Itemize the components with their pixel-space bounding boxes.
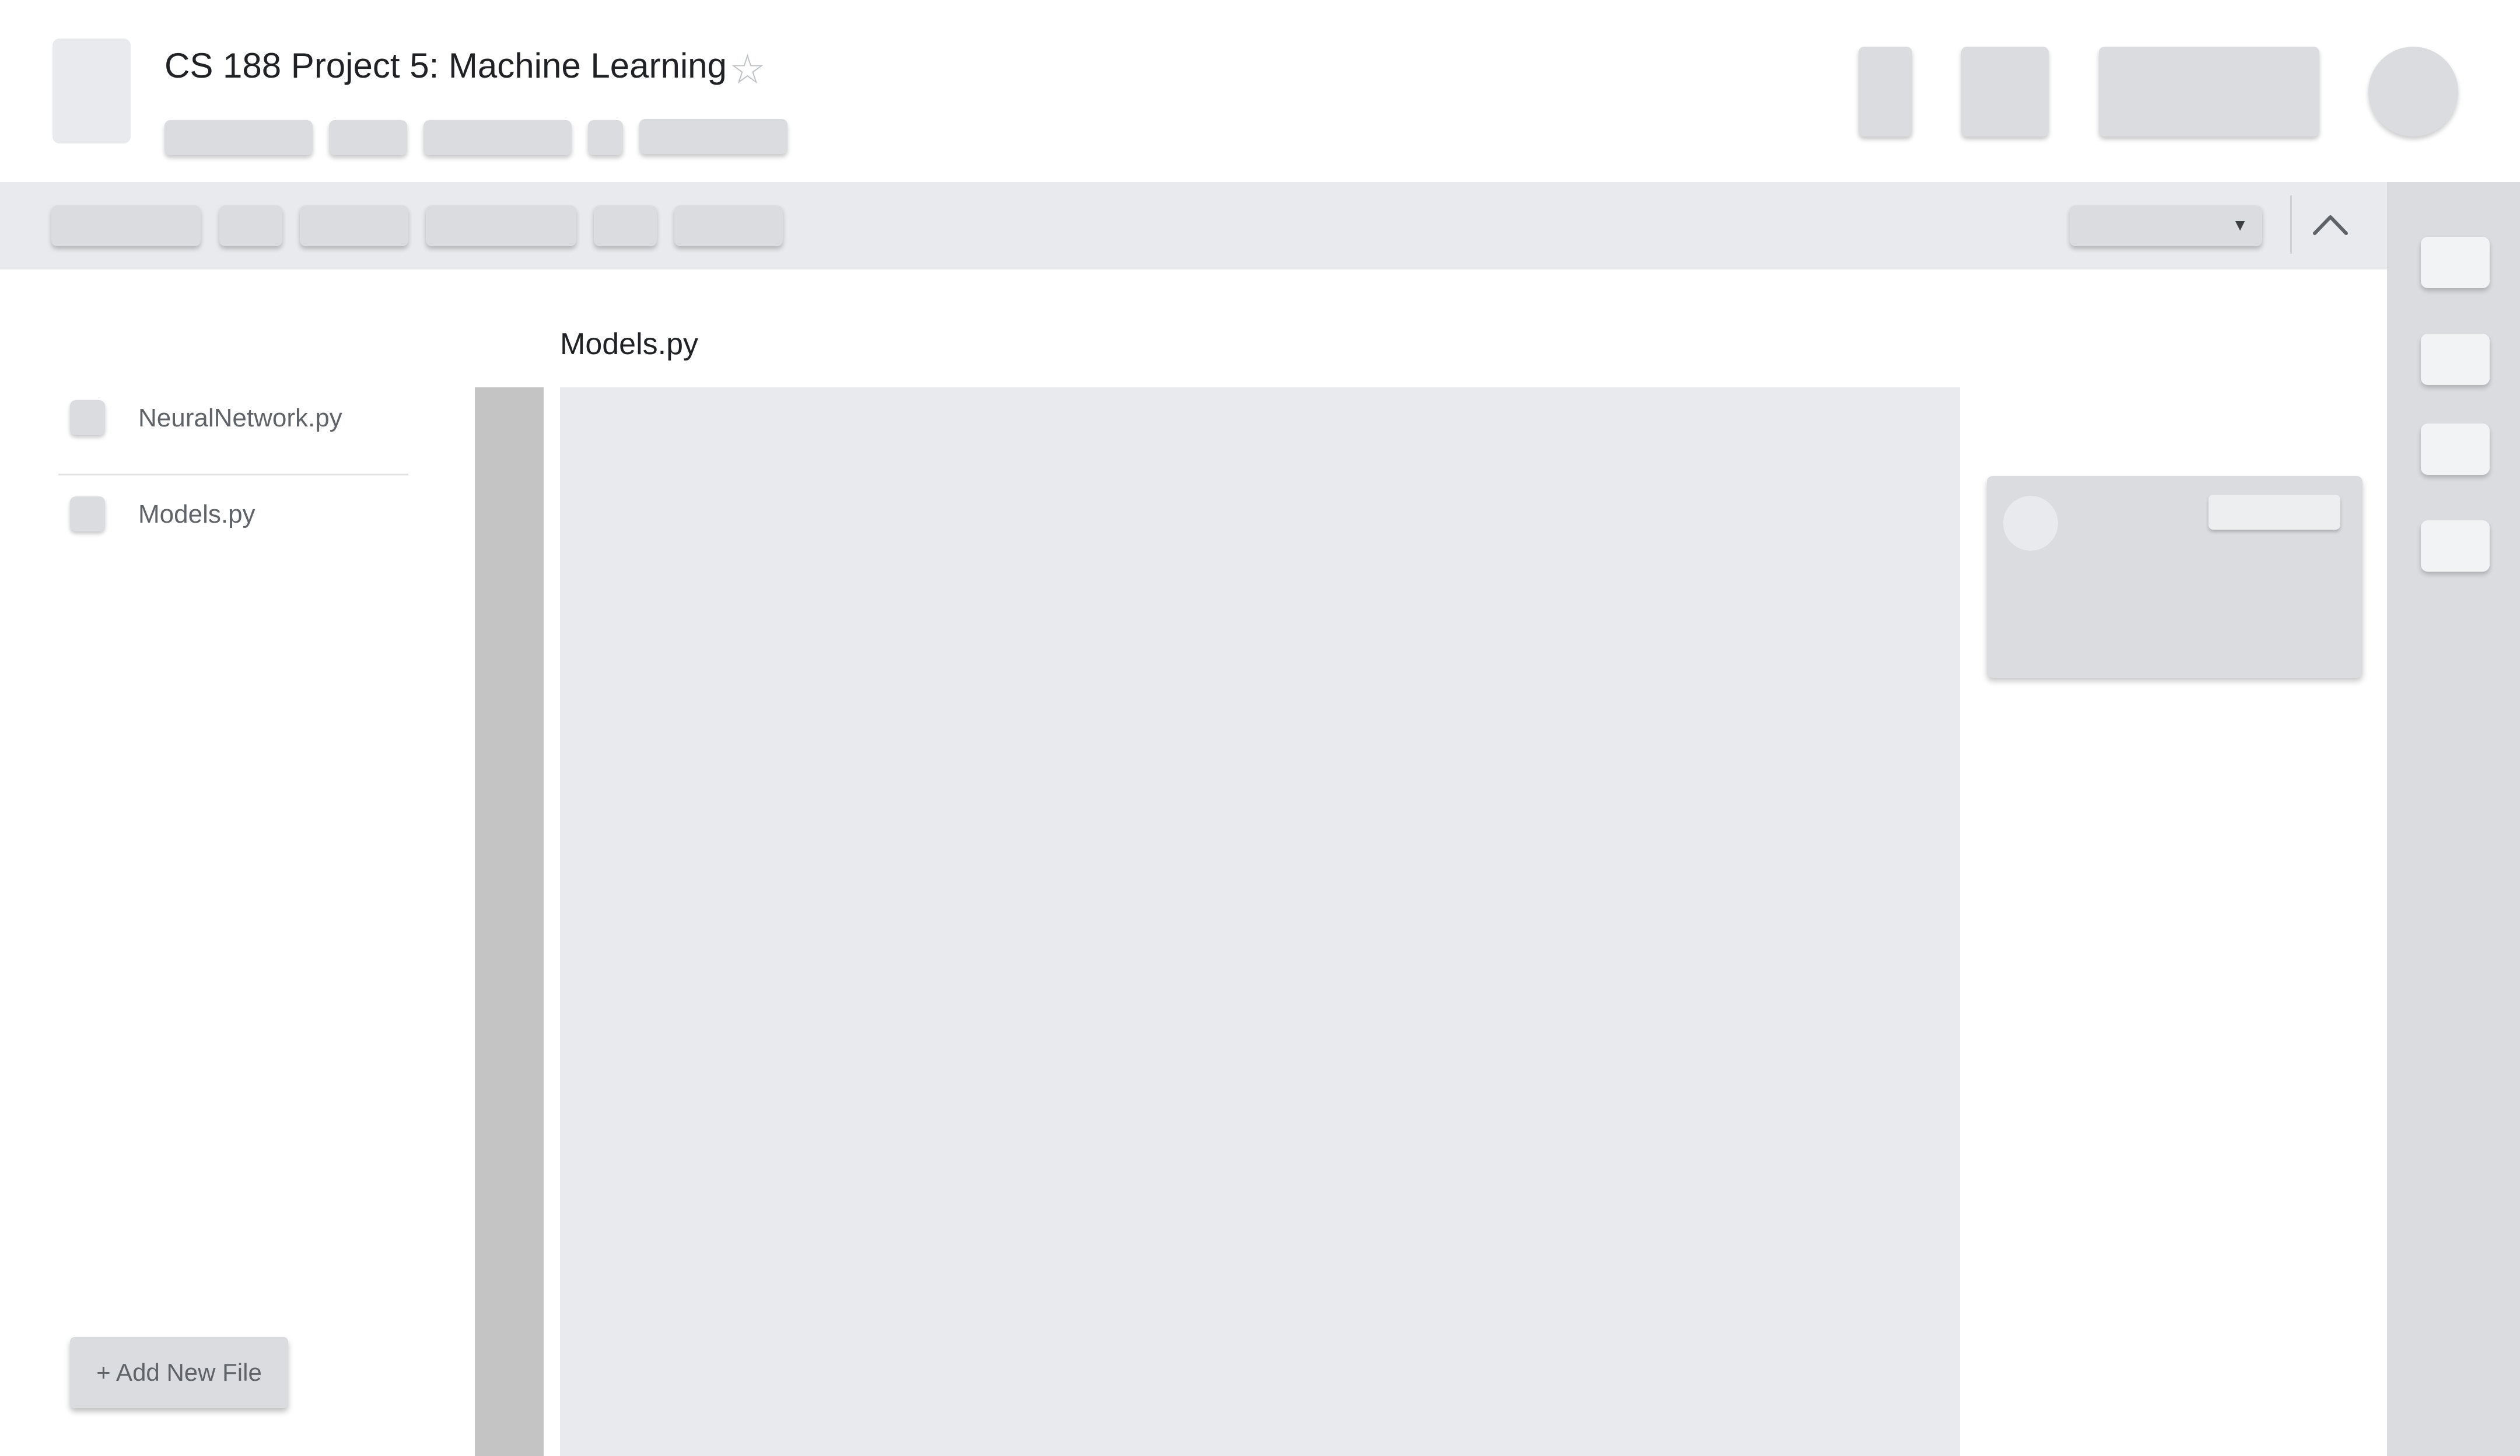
side-panel-button-placeholder[interactable] xyxy=(2421,334,2490,385)
side-panel-rail xyxy=(2387,182,2520,1456)
avatar xyxy=(2003,496,2058,551)
toolbar: ▼ xyxy=(0,182,2387,270)
menu-item-placeholder[interactable] xyxy=(588,120,623,155)
side-panel-button-placeholder[interactable] xyxy=(2421,520,2490,572)
share-button-placeholder[interactable] xyxy=(2099,47,2319,136)
toolbar-divider xyxy=(2290,195,2292,254)
document-title[interactable]: CS 188 Project 5: Machine Learning xyxy=(164,46,727,86)
caret-down-icon: ▼ xyxy=(2232,216,2248,234)
top-bar: CS 188 Project 5: Machine Learning ☆ xyxy=(0,0,2520,182)
menu-item-placeholder[interactable] xyxy=(329,120,407,155)
toolbar-button-placeholder[interactable] xyxy=(594,205,657,246)
menu-item-placeholder[interactable] xyxy=(424,120,572,155)
file-checkbox[interactable] xyxy=(70,496,105,531)
toolbar-button-placeholder[interactable] xyxy=(51,205,201,246)
chevron-up-icon[interactable] xyxy=(2310,208,2351,240)
code-editor[interactable] xyxy=(560,387,1960,1456)
toolbar-dropdown[interactable]: ▼ xyxy=(2070,205,2262,246)
file-checkbox[interactable] xyxy=(70,400,105,435)
account-avatar[interactable] xyxy=(2368,47,2458,136)
side-panel-button-placeholder[interactable] xyxy=(2421,237,2490,288)
menu-item-placeholder[interactable] xyxy=(164,120,313,155)
editor-line-gutter xyxy=(475,387,544,1456)
file-list-item[interactable]: Models.py xyxy=(58,475,408,570)
file-name: Models.py xyxy=(138,500,256,528)
star-icon[interactable]: ☆ xyxy=(729,49,766,90)
side-card-button-placeholder[interactable] xyxy=(2208,495,2340,530)
side-panel-button-placeholder[interactable] xyxy=(2421,424,2490,475)
header-action-placeholder[interactable] xyxy=(1961,47,2049,136)
toolbar-button-placeholder[interactable] xyxy=(426,205,576,246)
editor-filename: Models.py xyxy=(560,327,698,361)
file-name: NeuralNetwork.py xyxy=(138,404,342,432)
toolbar-button-placeholder[interactable] xyxy=(674,205,783,246)
menu-item-placeholder[interactable] xyxy=(639,119,788,154)
toolbar-button-placeholder[interactable] xyxy=(300,205,408,246)
document-logo-icon[interactable] xyxy=(52,38,131,144)
add-new-file-button[interactable]: + Add New File xyxy=(70,1337,288,1408)
header-action-placeholder[interactable] xyxy=(1859,47,1912,136)
file-list-item[interactable]: NeuralNetwork.py xyxy=(58,379,408,474)
toolbar-button-placeholder[interactable] xyxy=(219,205,282,246)
file-list: NeuralNetwork.py Models.py xyxy=(58,379,408,570)
